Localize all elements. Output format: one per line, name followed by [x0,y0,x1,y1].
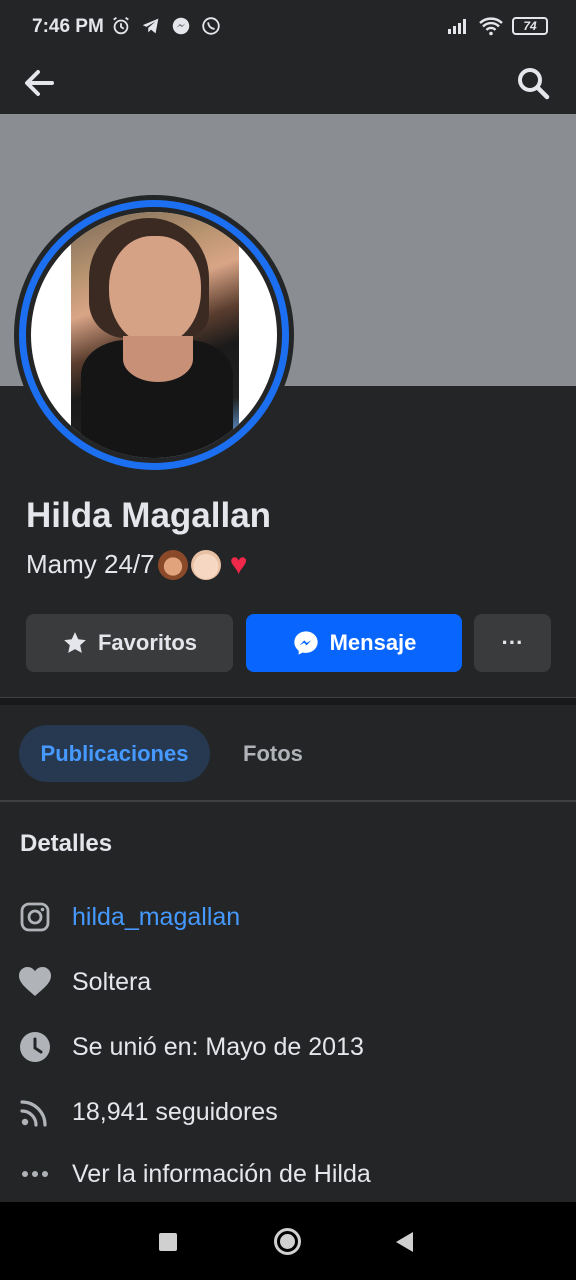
message-button[interactable]: Mensaje [246,614,462,672]
star-icon [64,632,86,653]
joined-text: Se unió en: Mayo de 2013 [72,1032,364,1061]
favorites-label: Favoritos [97,630,198,655]
message-label: Mensaje [329,630,417,655]
profile-avatar[interactable] [14,195,294,475]
relationship-text: Soltera [72,967,152,996]
recents-button[interactable] [159,1233,177,1251]
more-options-button[interactable]: ··· [474,614,551,672]
profile-name: Hilda Magallan [26,496,272,535]
detail-instagram[interactable]: hilda_magallan [18,900,240,934]
section-divider [0,697,576,705]
details-title: Detalles [20,830,113,857]
detail-followers[interactable]: 18,941 seguidores [18,1095,278,1129]
messenger-icon [293,631,318,655]
status-time: 7:46 PM [32,16,104,37]
tabs-divider [0,800,576,802]
wifi-icon [479,17,503,36]
detail-relationship: Soltera [18,965,151,999]
favorites-button[interactable]: Favoritos [26,614,233,672]
baby-emoji [190,549,221,580]
detail-see-info[interactable]: Ver la información de Hilda [18,1157,371,1191]
alarm-icon [113,16,129,35]
messenger-icon [172,17,190,35]
signal-icon [448,19,466,34]
battery-indicator: 74 [512,17,548,35]
arrow-left-icon [25,70,54,96]
telegram-icon [142,18,159,34]
ellipsis-icon: ··· [501,630,524,655]
profile-bio: Mamy 24/7 ♥ [26,549,254,580]
bio-text: Mamy 24/7 [26,549,155,579]
followers-text: 18,941 seguidores [72,1097,278,1126]
back-button[interactable] [18,62,60,104]
avatar-photo [31,212,277,458]
instagram-link[interactable]: hilda_magallan [72,903,240,932]
ellipsis-icon [18,1157,52,1191]
heart-icon [18,965,52,999]
notification-icons [110,15,222,37]
detail-joined: Se unió en: Mayo de 2013 [18,1030,364,1064]
home-button[interactable] [274,1228,301,1255]
red-heart-emoji: ♥ [229,547,248,581]
tab-publicaciones[interactable]: Publicaciones [19,725,210,782]
system-navigation-bar [0,1202,576,1280]
search-button[interactable] [512,62,554,104]
search-icon [518,68,550,100]
tab-fotos[interactable]: Fotos [243,741,303,767]
instagram-icon [18,900,52,934]
rss-icon [18,1095,52,1129]
avatar-story-ring [19,200,289,470]
woman-emoji [157,549,188,580]
clock-icon [18,1030,52,1064]
app-bar [0,56,576,114]
status-bar: 7:46 PM 74 [0,0,576,56]
system-icons: 74 [446,16,548,36]
system-back-button[interactable] [396,1232,413,1252]
see-info-text: Ver la información de Hilda [72,1159,371,1188]
whatsapp-icon [202,17,220,35]
